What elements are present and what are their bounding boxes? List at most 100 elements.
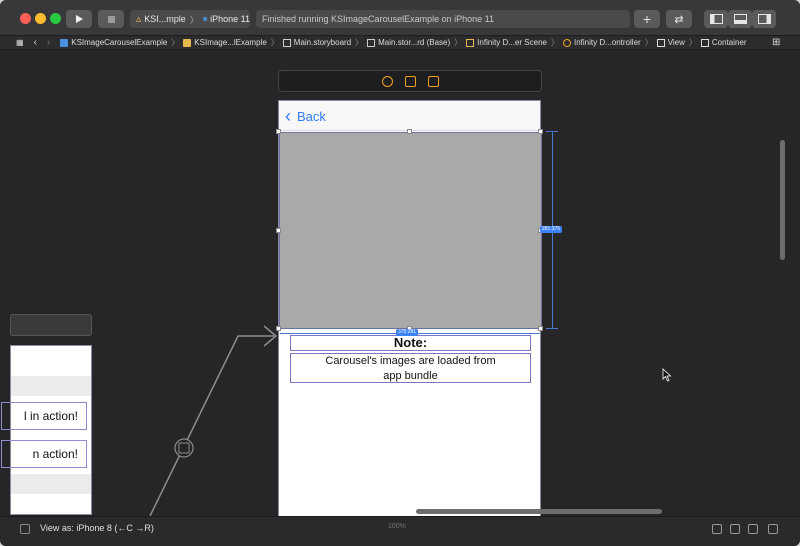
jump-bar: ▦ ‹ › KSImageCarouselExample 〉 KSImage..… — [0, 36, 800, 50]
breadcrumb-label: KSImageCarouselExample — [71, 38, 168, 47]
chevron-right-icon: 〉 — [189, 14, 199, 25]
scene-dock — [278, 70, 542, 92]
inspector-toggle-button[interactable] — [752, 10, 776, 28]
update-frames-icon[interactable] — [712, 524, 722, 534]
table-row[interactable]: n action! — [1, 440, 87, 468]
folder-icon — [183, 38, 192, 47]
table-section-footer — [11, 474, 91, 494]
breadcrumb-controller[interactable]: Infinity D...ontroller — [562, 38, 641, 47]
breadcrumb-group[interactable]: KSImage...lExample — [183, 38, 267, 47]
resize-handle[interactable] — [276, 129, 281, 134]
back-nav-icon[interactable]: ‹ — [34, 37, 37, 48]
close-window-button[interactable] — [20, 13, 31, 24]
device-name: iPhone 11 — [210, 14, 250, 24]
status-text: Finished running KSImageCarouselExample … — [262, 14, 494, 24]
navigation-bar[interactable]: ‹ Back — [279, 101, 540, 131]
breadcrumb-label: Infinity D...er Scene — [477, 38, 547, 47]
note-title-label[interactable]: Note: — [290, 335, 531, 351]
breadcrumb-label: Container — [711, 38, 747, 47]
mouse-cursor-icon — [662, 368, 672, 382]
activity-status: Finished running KSImageCarouselExample … — [256, 10, 630, 28]
view-controller-icon[interactable] — [381, 75, 393, 87]
breadcrumb-container[interactable]: Container — [700, 38, 747, 47]
library-button[interactable]: + — [634, 10, 660, 28]
chevron-right-icon: 〉 — [270, 38, 279, 47]
breadcrumb-label: Main.stor...rd (Base) — [378, 38, 451, 47]
device-icon — [203, 17, 207, 21]
storyboard-file-icon — [367, 38, 376, 47]
view-controller-scene[interactable]: ‹ Back Note: Carousel's images are loade… — [276, 100, 543, 520]
view-as-device-button[interactable]: View as: iPhone 8 (←C →R) — [40, 523, 154, 533]
left-scene-dock — [10, 314, 92, 336]
breadcrumb-scene[interactable]: Infinity D...er Scene — [466, 38, 547, 47]
chevron-right-icon: 〉 — [644, 38, 653, 47]
forward-nav-icon[interactable]: › — [47, 37, 50, 48]
resize-handle[interactable] — [538, 129, 543, 134]
breadcrumb-label: KSImage...lExample — [194, 38, 267, 47]
canvas-bottom-bar: View as: iPhone 8 (←C →R) 100% — [0, 516, 800, 546]
document-outline-toggle[interactable] — [20, 524, 30, 534]
breadcrumb-storyboard[interactable]: Main.storyboard — [282, 38, 351, 47]
cell-label: l in action! — [23, 409, 78, 423]
breadcrumb-label: Infinity D...ontroller — [573, 38, 641, 47]
breadcrumb-storyboard-base[interactable]: Main.stor...rd (Base) — [367, 38, 450, 47]
debug-area-toggle-button[interactable] — [728, 10, 752, 28]
carousel-container-view[interactable] — [279, 132, 542, 329]
project-file-icon — [60, 38, 69, 47]
right-pane-icon — [757, 14, 771, 24]
note-body-label[interactable]: Carousel's images are loaded from app bu… — [290, 353, 531, 383]
add-constraints-icon[interactable] — [748, 524, 758, 534]
left-pane-icon — [709, 14, 723, 24]
view-icon — [656, 38, 665, 47]
chevron-right-icon: 〉 — [454, 38, 463, 47]
storyboard-file-icon — [282, 38, 291, 47]
title-bar: KSI...mple 〉 iPhone 11 Finished running … — [0, 0, 800, 36]
resize-handle[interactable] — [276, 326, 281, 331]
breadcrumb-project[interactable]: KSImageCarouselExample — [60, 38, 167, 47]
height-badge: 281:375 — [540, 226, 563, 233]
exit-icon[interactable] — [427, 75, 439, 87]
chevron-right-icon: 〉 — [688, 38, 697, 47]
view-icon — [700, 38, 709, 47]
resolve-layout-icon[interactable] — [768, 524, 778, 534]
code-review-button[interactable]: ⇄ — [666, 10, 692, 28]
add-editor-icon[interactable]: ⊞ — [772, 37, 780, 48]
back-button[interactable]: Back — [297, 109, 326, 124]
table-section-header — [11, 376, 91, 396]
breadcrumb-label: View — [667, 38, 685, 47]
chevron-right-icon: 〉 — [355, 38, 364, 47]
run-button[interactable] — [66, 10, 92, 28]
stop-button[interactable] — [98, 10, 124, 28]
chevron-right-icon: 〉 — [171, 38, 180, 47]
scheme-name: KSI...mple — [144, 14, 186, 24]
align-icon[interactable] — [730, 524, 740, 534]
resize-handle[interactable] — [276, 228, 281, 233]
chevron-left-icon: ‹ — [285, 106, 291, 126]
vertical-scrollbar[interactable] — [780, 140, 785, 260]
related-items-icon[interactable]: ▦ — [16, 38, 24, 47]
note-body-line: app bundle — [383, 370, 438, 382]
plus-icon: + — [642, 11, 652, 27]
table-row[interactable]: l in action! — [1, 402, 87, 430]
height-guide-cap — [546, 328, 558, 329]
minimize-window-button[interactable] — [35, 13, 46, 24]
horizontal-scrollbar[interactable] — [416, 509, 662, 514]
bottom-pane-icon — [733, 14, 747, 24]
stop-icon — [107, 15, 115, 23]
resize-handle[interactable] — [538, 326, 543, 331]
view-controller-icon — [562, 38, 571, 47]
chevron-right-icon: 〉 — [550, 38, 559, 47]
left-scene[interactable]: l in action! n action! — [1, 345, 92, 515]
resize-handle[interactable] — [407, 129, 412, 134]
first-responder-icon[interactable] — [404, 75, 416, 87]
scheme-selector[interactable]: KSI...mple 〉 iPhone 11 — [130, 10, 250, 28]
xcode-window: KSI...mple 〉 iPhone 11 Finished running … — [0, 0, 800, 546]
breadcrumb-view[interactable]: View — [656, 38, 685, 47]
note-body-line: Carousel's images are loaded from — [325, 355, 496, 367]
play-icon — [76, 15, 83, 23]
zoom-level[interactable]: 100% — [388, 523, 406, 530]
zoom-window-button[interactable] — [50, 13, 61, 24]
cell-label: n action! — [32, 447, 78, 461]
width-badge: 375:281 — [396, 329, 419, 336]
navigator-toggle-button[interactable] — [704, 10, 728, 28]
